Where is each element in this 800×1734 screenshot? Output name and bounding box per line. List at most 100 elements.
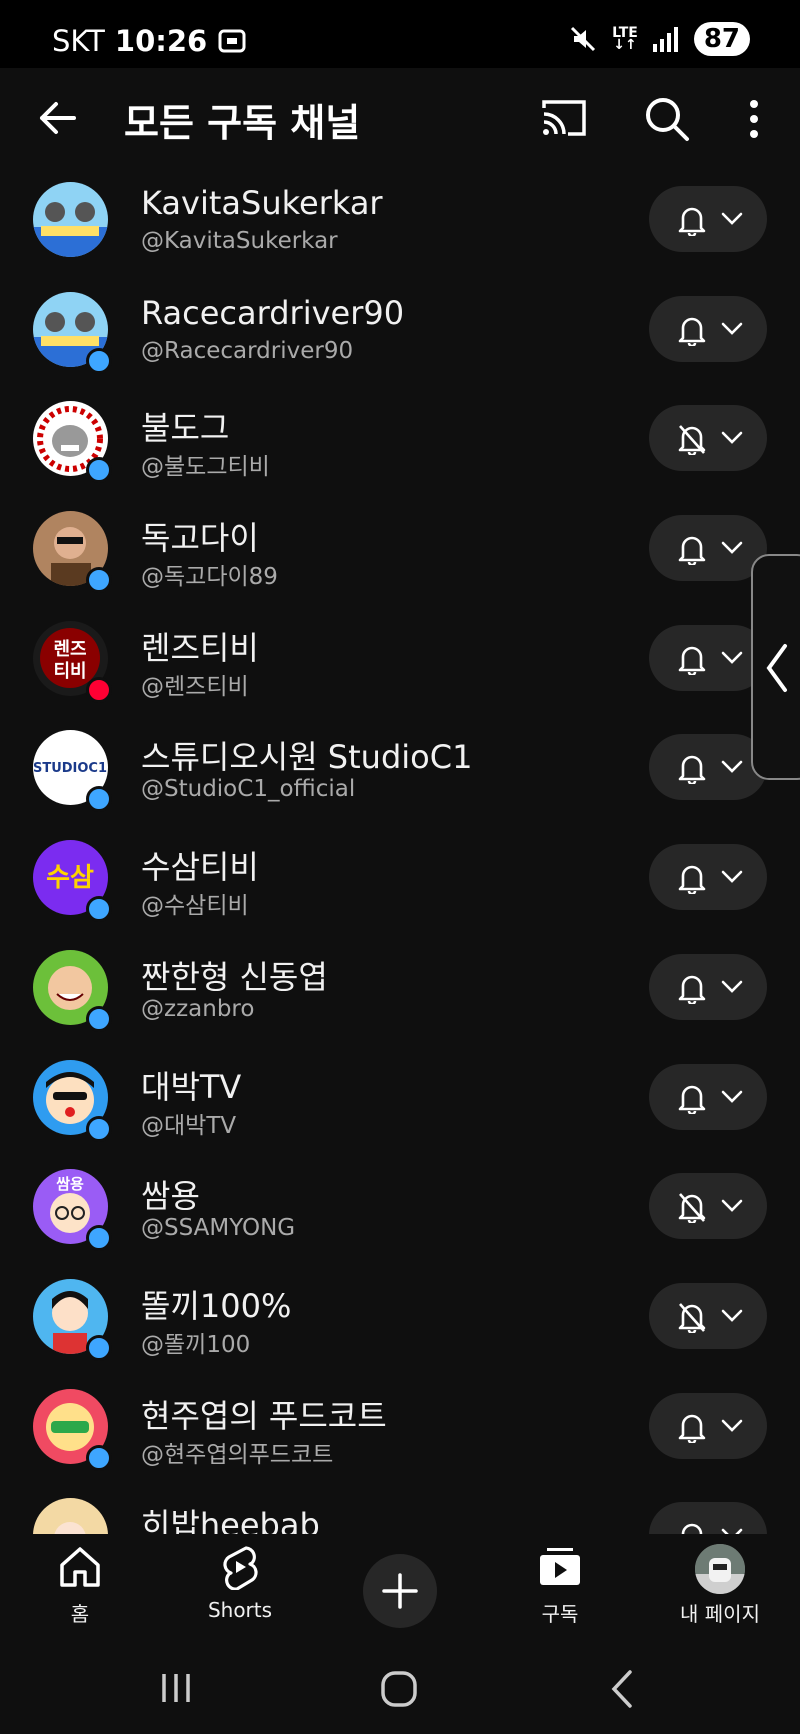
channel-name: Racecardriver90 bbox=[141, 293, 405, 332]
notification-settings-button[interactable] bbox=[649, 1502, 767, 1534]
nav-my-page[interactable]: 내 페이지 bbox=[660, 1544, 780, 1627]
channel-list: KavitaSukerkar @KavitaSukerkar Racecardr… bbox=[0, 164, 800, 1534]
chevron-down-icon bbox=[721, 1309, 743, 1322]
bell-icon bbox=[678, 536, 706, 566]
notification-settings-button[interactable] bbox=[649, 186, 767, 252]
bell-icon bbox=[678, 207, 706, 236]
notification-settings-button[interactable] bbox=[649, 1173, 767, 1240]
battery-level: 87 bbox=[693, 22, 750, 56]
bell-icon bbox=[678, 1414, 706, 1443]
channel-handle: @렌즈티비 bbox=[141, 673, 249, 700]
channel-row[interactable]: 짠한형 신동엽 @zzanbro bbox=[0, 932, 800, 1042]
channel-handle: @zzanbro bbox=[141, 995, 255, 1022]
nav-home[interactable]: 홈 bbox=[20, 1544, 140, 1627]
notification-settings-button[interactable] bbox=[649, 1392, 767, 1459]
clock: 10:26 bbox=[114, 24, 208, 58]
chevron-down-icon bbox=[721, 761, 743, 774]
channel-name: 불도그 bbox=[141, 409, 230, 448]
cast-icon[interactable] bbox=[540, 96, 588, 140]
channel-handle: @불도그티비 bbox=[141, 454, 270, 481]
channel-handle: @SSAMYONG bbox=[141, 1215, 296, 1242]
app-bar: 모든 구독 채널 bbox=[0, 68, 800, 168]
nav-shorts[interactable]: Shorts bbox=[180, 1544, 300, 1622]
chevron-down-icon bbox=[721, 212, 743, 225]
notification-settings-button[interactable] bbox=[649, 734, 767, 801]
channel-avatar[interactable] bbox=[33, 182, 108, 257]
channel-row[interactable]: 똘끼100% @똘끼100 bbox=[0, 1261, 800, 1371]
carrier-label: SKT bbox=[52, 24, 105, 58]
bell-icon bbox=[678, 317, 706, 346]
svg-text:수삼: 수삼 bbox=[46, 863, 94, 893]
svg-text:쌈용: 쌈용 bbox=[56, 1175, 84, 1193]
bottom-nav: 홈 Shorts 구독 내 페이지 bbox=[0, 1534, 800, 1644]
mute-icon bbox=[571, 26, 596, 52]
channel-name: 독고다이 bbox=[141, 519, 259, 558]
bell-off-icon bbox=[678, 1193, 706, 1224]
chevron-down-icon bbox=[721, 1090, 743, 1103]
channel-name: 현주엽의 푸드코트 bbox=[141, 1396, 387, 1435]
new-content-badge bbox=[86, 786, 112, 813]
new-content-badge bbox=[86, 896, 112, 923]
new-content-badge bbox=[86, 1005, 112, 1032]
svg-text:STUDIOC1: STUDIOC1 bbox=[33, 761, 107, 776]
bell-icon bbox=[678, 1085, 706, 1114]
chevron-down-icon bbox=[721, 1199, 743, 1213]
notification-settings-button[interactable] bbox=[649, 1063, 767, 1130]
bell-icon bbox=[678, 865, 706, 895]
notification-settings-button[interactable] bbox=[649, 624, 767, 691]
notification-settings-button[interactable] bbox=[649, 515, 767, 582]
channel-handle: @KavitaSukerkar bbox=[141, 228, 338, 254]
bell-icon bbox=[678, 975, 706, 1004]
channel-name: KavitaSukerkar bbox=[141, 184, 383, 222]
shorts-icon bbox=[223, 1546, 258, 1591]
notification-settings-button[interactable] bbox=[649, 953, 767, 1020]
edge-panel-handle[interactable] bbox=[751, 554, 800, 780]
channel-row[interactable]: 쌈용 쌈용 @SSAMYONG bbox=[0, 1151, 800, 1261]
bell-icon bbox=[678, 646, 706, 675]
chevron-down-icon bbox=[721, 541, 743, 554]
search-icon[interactable] bbox=[644, 96, 690, 142]
channel-row[interactable]: Racecardriver90 @Racecardriver90 bbox=[0, 274, 800, 384]
nav-subscriptions-label: 구독 bbox=[541, 1602, 579, 1626]
lte-indicator: LTE ↓↑ bbox=[612, 25, 638, 53]
channel-row[interactable]: 히밥heebab bbox=[0, 1480, 800, 1534]
channel-row[interactable]: 수삼 수삼티비 @수삼티비 bbox=[0, 822, 800, 932]
nav-subscriptions[interactable]: 구독 bbox=[500, 1544, 620, 1627]
channel-handle: @수삼티비 bbox=[141, 893, 249, 920]
channel-row[interactable]: 렌즈 티비 렌즈티비 @렌즈티비 bbox=[0, 603, 800, 713]
plus-icon bbox=[382, 1573, 418, 1609]
back-icon[interactable] bbox=[608, 1668, 636, 1710]
bell-icon bbox=[678, 756, 706, 785]
channel-row[interactable]: STUDIOC1 스튜디오시원 StudioC1 @StudioC1_offic… bbox=[0, 712, 800, 822]
more-vert-icon[interactable] bbox=[740, 96, 768, 142]
notification-settings-button[interactable] bbox=[649, 405, 767, 472]
nav-home-label: 홈 bbox=[70, 1602, 90, 1626]
new-content-badge bbox=[86, 347, 112, 374]
channel-handle: @독고다이89 bbox=[141, 564, 278, 591]
channel-name: 수삼티비 bbox=[141, 848, 259, 887]
live-badge bbox=[86, 676, 112, 703]
channel-row[interactable]: KavitaSukerkar @KavitaSukerkar bbox=[0, 164, 800, 274]
screenshot-icon bbox=[218, 29, 246, 53]
channel-handle: @현주엽의푸드코트 bbox=[141, 1441, 334, 1468]
channel-row[interactable]: 대박TV @대박TV bbox=[0, 1042, 800, 1152]
chevron-down-icon bbox=[721, 651, 743, 664]
channel-name: 짠한형 신동엽 bbox=[141, 957, 328, 996]
create-button[interactable] bbox=[363, 1554, 437, 1628]
notification-settings-button[interactable] bbox=[649, 1282, 767, 1349]
channel-avatar[interactable] bbox=[33, 1498, 108, 1534]
channel-name: 스튜디오시원 StudioC1 bbox=[141, 738, 473, 777]
channel-row[interactable]: 독고다이 @독고다이89 bbox=[0, 493, 800, 603]
channel-handle: @StudioC1_official bbox=[141, 776, 356, 803]
notification-settings-button[interactable] bbox=[649, 295, 767, 362]
new-content-badge bbox=[86, 1115, 112, 1142]
channel-row[interactable]: 불도그 @불도그티비 bbox=[0, 383, 800, 493]
recent-apps-icon[interactable] bbox=[158, 1670, 194, 1706]
channel-handle: @똘끼100 bbox=[141, 1331, 251, 1358]
home-circle-icon[interactable] bbox=[380, 1670, 418, 1708]
channel-row[interactable]: 현주엽의 푸드코트 @현주엽의푸드코트 bbox=[0, 1371, 800, 1481]
notification-settings-button[interactable] bbox=[649, 844, 767, 911]
channel-handle: @대박TV bbox=[141, 1112, 237, 1139]
back-arrow-icon[interactable] bbox=[34, 94, 82, 142]
chevron-down-icon bbox=[721, 870, 743, 883]
